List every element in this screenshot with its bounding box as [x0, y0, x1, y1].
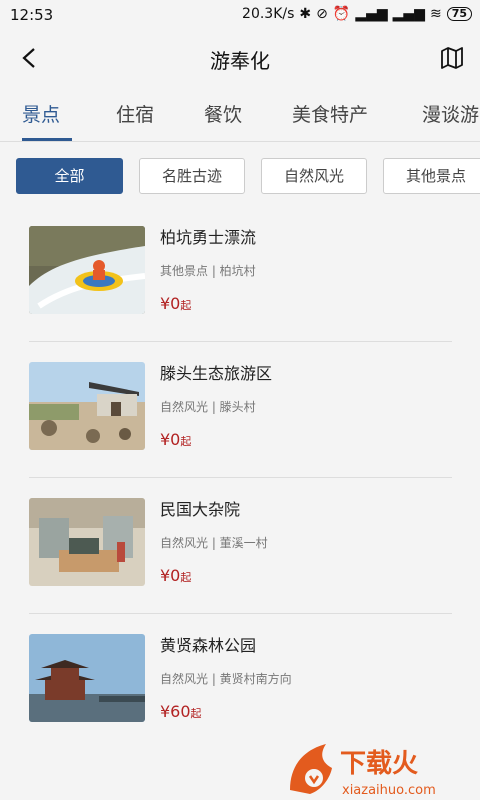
tab-dining[interactable]: 餐饮 [204, 100, 242, 127]
filter-other-sites[interactable]: 其他景点 [383, 158, 480, 194]
page-title: 游奉化 [210, 49, 270, 73]
price-value: ¥60 [160, 702, 191, 721]
attraction-meta: 自然风光 | 董溪一村 [160, 536, 268, 550]
status-icons: 20.3K/s ✱ ⊘ ⏰ ▂▄▆ ▂▄▆ ≋ 75 [242, 6, 472, 22]
price-value: ¥0 [160, 430, 181, 449]
attraction-name: 黄贤森林公园 [160, 636, 257, 655]
filter-all[interactable]: 全部 [16, 158, 123, 194]
price-value: ¥0 [160, 294, 181, 313]
attraction-name: 滕头生态旅游区 [160, 364, 273, 383]
app-header: 游奉化 [0, 30, 480, 86]
alarm-icon: ⏰ [332, 6, 351, 22]
category-tabs: 景点 住宿 餐饮 美食特产 漫谈游 [0, 86, 480, 142]
battery-icon: 75 [446, 7, 472, 21]
village-photo [29, 362, 145, 450]
tab-travel-talk[interactable]: 漫谈游 [422, 100, 479, 127]
signal-icon: ▂▄▆ [355, 6, 388, 22]
watermark-logo: 下载火 xiazaihuo.com [290, 744, 436, 798]
signal-icon-2: ▂▄▆ [392, 6, 425, 22]
list-item[interactable]: 柏坑勇士漂流 其他景点 | 柏坑村 ¥0起 [0, 206, 480, 342]
tab-scenic[interactable]: 景点 [22, 100, 60, 127]
attraction-meta: 自然风光 | 滕头村 [160, 400, 256, 414]
price-value: ¥0 [160, 566, 181, 585]
map-icon[interactable] [440, 46, 464, 70]
tab-lodging[interactable]: 住宿 [116, 100, 154, 127]
price-suffix: 起 [180, 435, 192, 448]
tab-food-specialties[interactable]: 美食特产 [292, 100, 368, 127]
filter-historic-sites[interactable]: 名胜古迹 [139, 158, 245, 194]
status-time: 12:53 [10, 6, 54, 24]
attraction-price: ¥60起 [160, 702, 202, 721]
price-suffix: 起 [180, 299, 192, 312]
attraction-name: 柏坑勇士漂流 [160, 228, 257, 247]
filter-chips: 全部 名胜古迹 自然风光 其他景点 [0, 158, 480, 196]
wifi-icon: ≋ [429, 6, 442, 22]
price-suffix: 起 [190, 707, 202, 720]
attraction-price: ¥0起 [160, 294, 191, 313]
bluetooth-icon: ✱ [299, 6, 312, 22]
list-item[interactable]: 民国大杂院 自然风光 | 董溪一村 ¥0起 [0, 478, 480, 614]
attraction-name: 民国大杂院 [160, 500, 241, 519]
list-item[interactable]: 黄贤森林公园 自然风光 | 黄贤村南方向 ¥60起 [0, 614, 480, 750]
watermark-url: xiazaihuo.com [342, 783, 436, 798]
status-bar: 12:53 20.3K/s ✱ ⊘ ⏰ ▂▄▆ ▂▄▆ ≋ 75 [0, 0, 480, 30]
attraction-list: 柏坑勇士漂流 其他景点 | 柏坑村 ¥0起 滕头生态旅游区 自然风光 | 滕头村… [0, 206, 480, 750]
attraction-meta: 其他景点 | 柏坑村 [160, 264, 256, 278]
list-item[interactable]: 滕头生态旅游区 自然风光 | 滕头村 ¥0起 [0, 342, 480, 478]
watermark-text: 下载火 [340, 749, 418, 779]
network-speed: 20.3K/s [242, 6, 295, 22]
rafting-photo [29, 226, 145, 314]
filter-natural-scenery[interactable]: 自然风光 [261, 158, 367, 194]
attraction-price: ¥0起 [160, 430, 191, 449]
attraction-price: ¥0起 [160, 566, 191, 585]
courtyard-photo [29, 498, 145, 586]
price-suffix: 起 [180, 571, 192, 584]
attraction-meta: 自然风光 | 黄贤村南方向 [160, 672, 292, 686]
mute-icon: ⊘ [316, 6, 328, 22]
pavilion-photo [29, 634, 145, 722]
active-tab-indicator [22, 138, 72, 141]
